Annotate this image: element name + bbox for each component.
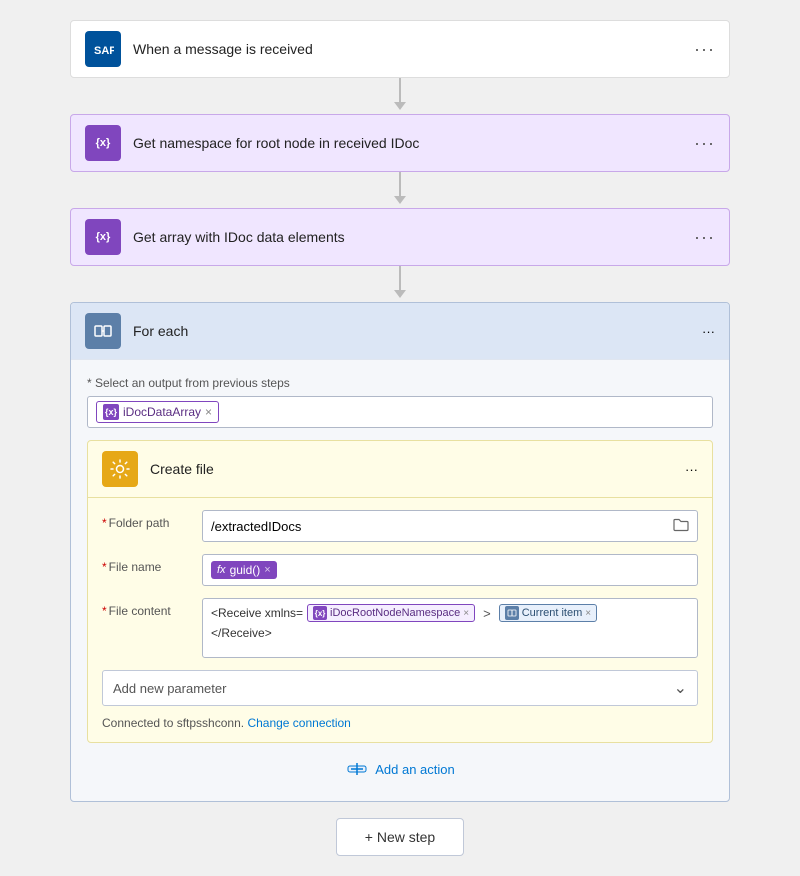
add-action-icon: [345, 757, 369, 781]
file-name-row: *File name fx guid() ×: [102, 554, 698, 586]
folder-icon: [673, 517, 689, 536]
create-file-card: Create file ··· *Folder path /extractedI…: [87, 440, 713, 743]
idoc-data-array-tag[interactable]: {x} iDocDataArray ×: [96, 401, 219, 423]
step-array-card: {x} Get array with IDoc data elements ··…: [70, 208, 730, 266]
create-file-menu[interactable]: ···: [685, 462, 698, 477]
arrow-3: [394, 266, 406, 302]
create-file-title: Create file: [150, 461, 685, 477]
create-file-body: *Folder path /extractedIDocs: [88, 498, 712, 742]
guid-func-tag[interactable]: fx guid() ×: [211, 561, 277, 579]
file-name-label: *File name: [102, 554, 202, 574]
foreach-body: * Select an output from previous steps {…: [71, 360, 729, 801]
change-connection-link[interactable]: Change connection: [247, 716, 350, 730]
var-tag-icon: {x}: [313, 606, 327, 620]
foreach-icon: [85, 313, 121, 349]
folder-path-row: *Folder path /extractedIDocs: [102, 510, 698, 542]
folder-path-label: *Folder path: [102, 510, 202, 530]
add-param-label: Add new parameter: [113, 681, 226, 696]
foreach-container: For each ··· * Select an output from pre…: [70, 302, 730, 802]
step-namespace-card: {x} Get namespace for root node in recei…: [70, 114, 730, 172]
func-icon: fx: [217, 564, 226, 576]
current-item-tag[interactable]: Current item ×: [499, 604, 597, 622]
flow-container: SAP When a message is received ··· {x} G…: [50, 20, 750, 856]
step-namespace-title: Get namespace for root node in received …: [133, 135, 694, 151]
content-line-2: </Receive>: [211, 626, 689, 640]
file-content-row: *File content <Receive xmlns= {x} iDocRo…: [102, 598, 698, 658]
step-namespace-menu[interactable]: ···: [694, 133, 715, 154]
content-line-1: <Receive xmlns= {x} iDocRootNodeNamespac…: [211, 604, 689, 622]
add-action-row: Add an action: [87, 743, 713, 785]
file-content-input[interactable]: <Receive xmlns= {x} iDocRootNodeNamespac…: [202, 598, 698, 658]
add-action-label: Add an action: [375, 762, 455, 777]
file-name-input[interactable]: fx guid() ×: [202, 554, 698, 586]
foreach-tag-input[interactable]: {x} iDocDataArray ×: [87, 396, 713, 428]
step-sap-card: SAP When a message is received ···: [70, 20, 730, 78]
var-tag-close[interactable]: ×: [463, 608, 469, 619]
create-file-icon: [102, 451, 138, 487]
var-icon-2: {x}: [85, 219, 121, 255]
step-sap-menu[interactable]: ···: [694, 39, 715, 60]
func-tag-close[interactable]: ×: [264, 564, 270, 576]
step-array-menu[interactable]: ···: [694, 227, 715, 248]
func-tag-label: guid(): [230, 563, 261, 577]
new-step-label: + New step: [365, 829, 435, 845]
arrow-2: [394, 172, 406, 208]
sap-icon: SAP: [85, 31, 121, 67]
ci-icon: [505, 606, 519, 620]
tag-var-icon: {x}: [103, 404, 119, 420]
chevron-down-icon: ⌄: [674, 678, 687, 698]
foreach-title: For each: [133, 323, 702, 339]
var-icon-1: {x}: [85, 125, 121, 161]
file-content-label: *File content: [102, 598, 202, 618]
create-file-header: Create file ···: [88, 441, 712, 498]
current-item-close[interactable]: ×: [585, 608, 591, 619]
foreach-menu[interactable]: ···: [702, 324, 715, 339]
add-action-button[interactable]: Add an action: [345, 757, 455, 781]
foreach-select-label: * Select an output from previous steps: [87, 376, 713, 390]
tag-label: iDocDataArray: [123, 405, 201, 419]
arrow-1: [394, 78, 406, 114]
idoc-root-namespace-tag[interactable]: {x} iDocRootNodeNamespace ×: [307, 604, 475, 622]
var-tag-label: iDocRootNodeNamespace: [330, 607, 460, 619]
step-sap-title: When a message is received: [133, 41, 694, 57]
folder-path-value: /extractedIDocs: [211, 519, 301, 534]
receive-prefix: <Receive xmlns=: [211, 606, 303, 620]
new-step-button[interactable]: + New step: [336, 818, 464, 856]
receive-close: </Receive>: [211, 626, 272, 640]
tag-close-icon[interactable]: ×: [205, 405, 212, 419]
current-item-label: Current item: [522, 607, 583, 619]
folder-path-input[interactable]: /extractedIDocs: [202, 510, 698, 542]
foreach-header: For each ···: [71, 303, 729, 360]
step-array-title: Get array with IDoc data elements: [133, 229, 694, 245]
connected-to-text: Connected to sftpsshconn.: [102, 716, 244, 730]
content-arrow: >: [483, 606, 491, 621]
add-param-row[interactable]: Add new parameter ⌄: [102, 670, 698, 706]
svg-text:SAP: SAP: [94, 45, 114, 57]
connected-text: Connected to sftpsshconn. Change connect…: [102, 716, 698, 730]
